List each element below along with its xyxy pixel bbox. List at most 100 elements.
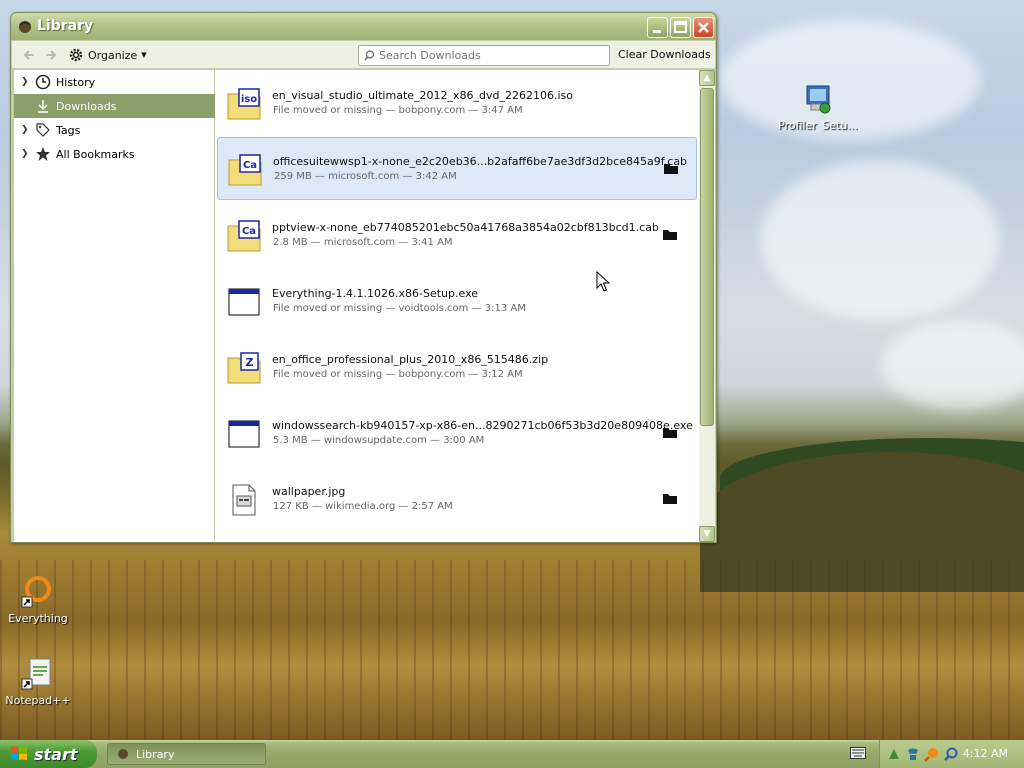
gear-icon [69, 48, 83, 62]
clock: 4:12 AM [962, 747, 1008, 760]
open-folder-button[interactable] [662, 492, 678, 505]
download-filename: officesuitewwsp1-x-none_e2c20eb36...b2af… [273, 155, 688, 168]
forward-button[interactable] [42, 46, 60, 64]
toolbar: Organize ▼ Clear Downloads [12, 41, 715, 69]
download-item[interactable]: iso en_visual_studio_ultimate_2012_x86_d… [217, 72, 697, 135]
library-icon [118, 749, 128, 759]
download-status: File moved or missing — bobpony.com — 3:… [273, 105, 523, 116]
scroll-thumb[interactable] [700, 88, 714, 426]
download-item[interactable]: Ca pptview-x-none_eb774085201ebc50a41768… [217, 204, 697, 267]
desktop-icon-everything[interactable]: Everything [0, 575, 78, 625]
download-filename: pptview-x-none_eb774085201ebc50a41768a38… [272, 221, 659, 234]
chevron-down-icon: ▼ [141, 51, 147, 59]
folder-icon [663, 494, 677, 504]
maximize-button[interactable] [670, 17, 691, 38]
organize-label: Organize [88, 48, 138, 62]
window-title: Library [37, 18, 94, 34]
sidebar-item-tags[interactable]: ❯ Tags [14, 118, 215, 142]
search-tray-icon[interactable] [924, 746, 940, 762]
start-button[interactable]: start [0, 740, 97, 768]
clock-icon [34, 73, 52, 91]
taskbar-button-label: Library [136, 747, 175, 761]
close-button[interactable] [693, 17, 714, 38]
download-filename: windowssearch-kb940157-xp-x86-en...82902… [272, 419, 693, 432]
search-icon [364, 50, 375, 61]
download-status: File moved or missing — bobpony.com — 3:… [273, 369, 523, 380]
image-file-icon [227, 484, 261, 516]
expand-arrow-icon[interactable]: ❯ [21, 125, 33, 135]
zip-file-icon: Z [227, 352, 261, 384]
open-folder-button[interactable] [663, 162, 679, 175]
close-icon [694, 18, 713, 37]
taskbar-button-library[interactable]: Library [107, 743, 266, 765]
cab-file-icon: Ca [227, 220, 261, 252]
search-box[interactable] [358, 45, 610, 66]
svg-text:Ca: Ca [242, 226, 256, 237]
open-folder-button[interactable] [662, 426, 678, 439]
notepadpp-icon [21, 657, 55, 691]
keyboard-icon[interactable] [850, 747, 866, 759]
organize-button[interactable]: Organize ▼ [68, 45, 147, 65]
back-arrow-icon [23, 50, 34, 60]
desktop-icon-profiler[interactable]: Profiler_Setu... [778, 82, 858, 132]
mouse-cursor-icon [596, 270, 611, 296]
sidebar-item-downloads[interactable]: Downloads [14, 94, 215, 118]
download-status: File moved or missing — voidtools.com — … [273, 303, 526, 314]
download-status: 5.3 MB — windowsupdate.com — 3:00 AM [273, 435, 485, 446]
minimize-icon [648, 18, 667, 37]
desktop-icon-label: Everything [8, 612, 68, 625]
folder-icon [663, 428, 677, 438]
folder-icon [663, 230, 677, 240]
sidebar-item-label: History [56, 75, 96, 89]
search-input[interactable] [379, 48, 605, 63]
iso-file-icon: iso [227, 88, 261, 120]
phone-icon[interactable] [905, 746, 921, 762]
download-item[interactable]: wallpaper.jpg 127 KB — wikimedia.org — 2… [217, 468, 697, 531]
cloud [880, 320, 1024, 410]
download-filename: wallpaper.jpg [272, 485, 346, 498]
download-item[interactable]: Ca officesuitewwsp1-x-none_e2c20eb36...b… [217, 137, 697, 200]
sidebar-item-label: Tags [56, 123, 81, 137]
clear-downloads-button[interactable]: Clear Downloads [618, 48, 711, 61]
desktop-icon-label: Profiler_Setu... [778, 119, 858, 132]
download-status: 259 MB — microsoft.com — 3:42 AM [274, 171, 457, 182]
scroll-down-button[interactable]: ▼ [699, 526, 715, 542]
download-item[interactable]: windowssearch-kb940157-xp-x86-en...82902… [217, 402, 697, 465]
minimize-button[interactable] [647, 17, 668, 38]
desktop-icon-notepadpp[interactable]: Notepad++ [0, 657, 78, 707]
search-icon[interactable] [943, 746, 959, 762]
exe-file-icon [227, 418, 261, 450]
system-tray: 4:12 AM [879, 740, 1024, 768]
windows-logo-icon [11, 746, 27, 760]
expand-arrow-icon[interactable]: ❯ [21, 149, 33, 159]
library-window: Library Organize ▼ Search Downloads Clea… [10, 12, 717, 543]
svg-text:Ca: Ca [243, 160, 257, 171]
download-filename: en_visual_studio_ultimate_2012_x86_dvd_2… [272, 89, 574, 102]
everything-icon [21, 575, 55, 609]
expand-arrow-icon[interactable]: ❯ [21, 77, 33, 87]
sidebar: ❯ History Downloads ❯ Tags ❯ All Bookmar… [14, 70, 215, 542]
svg-text:Z: Z [246, 356, 254, 369]
download-item[interactable]: Everything-1.4.1.1026.x86-Setup.exe File… [217, 270, 697, 333]
taskbar: start Library 4:12 AM [0, 740, 1024, 768]
sidebar-item-label: All Bookmarks [56, 147, 135, 161]
sidebar-item-history[interactable]: ❯ History [14, 70, 215, 94]
back-button[interactable] [20, 46, 38, 64]
scroll-up-button[interactable]: ▲ [699, 70, 715, 86]
downloads-list: iso en_visual_studio_ultimate_2012_x86_d… [215, 70, 699, 542]
download-item[interactable]: Z en_office_professional_plus_2010_x86_5… [217, 336, 697, 399]
sidebar-item-all-bookmarks[interactable]: ❯ All Bookmarks [14, 142, 215, 166]
vineyard [0, 560, 1024, 740]
folder-icon [664, 164, 678, 174]
title-bar[interactable]: Library [11, 13, 716, 40]
vertical-scrollbar[interactable]: ▲ ▼ [699, 70, 715, 542]
download-icon [34, 97, 52, 115]
download-filename: en_office_professional_plus_2010_x86_515… [272, 353, 549, 366]
maximize-icon [671, 18, 690, 37]
download-status: 127 KB — wikimedia.org — 2:57 AM [273, 501, 453, 512]
open-folder-button[interactable] [662, 228, 678, 241]
network-icon[interactable] [886, 746, 902, 762]
svg-text:iso: iso [241, 94, 257, 105]
star-icon [34, 145, 52, 163]
installer-icon [801, 82, 835, 116]
